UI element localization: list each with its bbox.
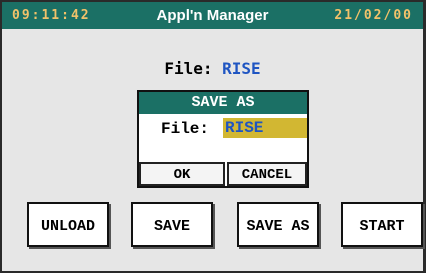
application-screen: 09:11:42 Appl'n Manager 21/02/00 File: R… bbox=[0, 0, 426, 273]
save-as-dialog: SAVE AS File: RISE OK CANCEL bbox=[137, 90, 309, 188]
file-value: RISE bbox=[222, 59, 261, 78]
dialog-file-label: File: bbox=[161, 120, 210, 138]
cancel-button[interactable]: CANCEL bbox=[227, 162, 307, 186]
save-as-button[interactable]: SAVE AS bbox=[237, 202, 319, 247]
title-bar: 09:11:42 Appl'n Manager 21/02/00 bbox=[2, 2, 423, 29]
clock-date: 21/02/00 bbox=[334, 8, 413, 23]
start-button[interactable]: START bbox=[341, 202, 423, 247]
ok-button[interactable]: OK bbox=[139, 162, 225, 186]
save-button[interactable]: SAVE bbox=[131, 202, 213, 247]
file-label: File: bbox=[164, 59, 213, 78]
current-file-row: File: RISE bbox=[2, 59, 423, 78]
dialog-file-input[interactable]: RISE bbox=[223, 118, 307, 138]
unload-button[interactable]: UNLOAD bbox=[27, 202, 109, 247]
dialog-title: SAVE AS bbox=[139, 92, 307, 114]
